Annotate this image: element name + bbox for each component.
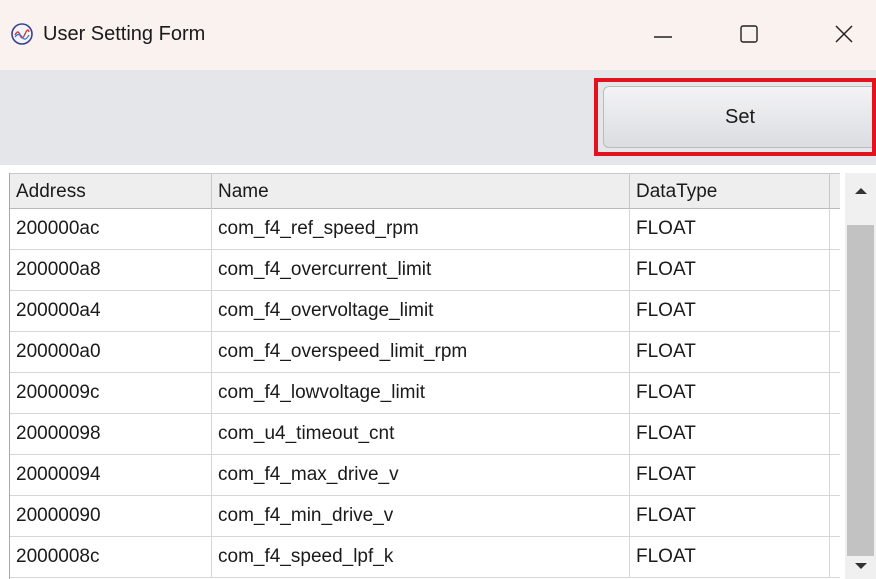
table-row[interactable]: 20000090 com_f4_min_drive_v FLOAT [10, 496, 840, 537]
title-bar[interactable]: User Setting Form [0, 0, 876, 70]
cell-name[interactable]: com_f4_overcurrent_limit [212, 250, 630, 290]
scroll-up-button[interactable] [845, 173, 876, 209]
cell-name[interactable]: com_u4_timeout_cnt [212, 414, 630, 454]
column-header-filler [830, 174, 840, 209]
minimize-button[interactable] [635, 14, 691, 54]
table-row[interactable]: 2000009c com_f4_lowvoltage_limit FLOAT [10, 373, 840, 414]
cell-name[interactable]: com_f4_speed_lpf_k [212, 537, 630, 577]
cell-address[interactable]: 20000098 [10, 414, 212, 454]
arrow-down-icon [854, 563, 867, 569]
maximize-button[interactable] [721, 14, 777, 54]
cell-name[interactable]: com_f4_min_drive_v [212, 496, 630, 536]
toolbar-separator [0, 165, 876, 173]
table-row[interactable]: 200000a8 com_f4_overcurrent_limit FLOAT [10, 250, 840, 291]
table-row[interactable]: 200000a4 com_f4_overvoltage_limit FLOAT [10, 291, 840, 332]
cell-datatype[interactable]: FLOAT [630, 250, 830, 290]
cell-datatype[interactable]: FLOAT [630, 209, 830, 249]
cell-address[interactable]: 2000009c [10, 373, 212, 413]
table-row[interactable]: 20000098 com_u4_timeout_cnt FLOAT [10, 414, 840, 455]
cell-address[interactable]: 2000008c [10, 537, 212, 577]
cell-name[interactable]: com_f4_overvoltage_limit [212, 291, 630, 331]
arrow-up-icon [854, 188, 867, 194]
cell-address[interactable]: 20000090 [10, 496, 212, 536]
cell-datatype[interactable]: FLOAT [630, 537, 830, 577]
cell-address[interactable]: 200000a0 [10, 332, 212, 372]
maximize-icon [740, 25, 758, 43]
cell-name[interactable]: com_f4_overspeed_limit_rpm [212, 332, 630, 372]
scroll-thumb[interactable] [847, 225, 874, 556]
window-title: User Setting Form [43, 23, 206, 45]
vertical-scrollbar[interactable] [845, 173, 876, 579]
cell-name[interactable]: com_f4_ref_speed_rpm [212, 209, 630, 249]
variable-table: Address Name DataType 200000ac com_f4_re… [9, 173, 840, 579]
cell-address[interactable]: 200000a8 [10, 250, 212, 290]
close-button[interactable] [816, 14, 872, 54]
cell-name[interactable]: com_f4_max_drive_v [212, 455, 630, 495]
column-header-address[interactable]: Address [10, 174, 212, 209]
cell-address[interactable]: 200000ac [10, 209, 212, 249]
column-header-name[interactable]: Name [212, 174, 630, 209]
cell-datatype[interactable]: FLOAT [630, 414, 830, 454]
cell-datatype[interactable]: FLOAT [630, 291, 830, 331]
table-row[interactable]: 200000a0 com_f4_overspeed_limit_rpm FLOA… [10, 332, 840, 373]
cell-datatype[interactable]: FLOAT [630, 455, 830, 495]
table-row[interactable]: 200000ac com_f4_ref_speed_rpm FLOAT [10, 209, 840, 250]
cell-address[interactable]: 20000094 [10, 455, 212, 495]
close-icon [835, 25, 853, 43]
cell-datatype[interactable]: FLOAT [630, 373, 830, 413]
table-row[interactable]: 20000094 com_f4_max_drive_v FLOAT [10, 455, 840, 496]
app-gauge-icon [11, 23, 33, 45]
scroll-down-button[interactable] [845, 553, 876, 579]
column-header-datatype[interactable]: DataType [630, 174, 830, 209]
cell-datatype[interactable]: FLOAT [630, 496, 830, 536]
cell-address[interactable]: 200000a4 [10, 291, 212, 331]
set-button-highlight [594, 78, 876, 156]
table-header: Address Name DataType [10, 173, 840, 209]
cell-datatype[interactable]: FLOAT [630, 332, 830, 372]
cell-name[interactable]: com_f4_lowvoltage_limit [212, 373, 630, 413]
minimize-icon [654, 36, 672, 38]
table-row[interactable]: 2000008c com_f4_speed_lpf_k FLOAT [10, 537, 840, 578]
